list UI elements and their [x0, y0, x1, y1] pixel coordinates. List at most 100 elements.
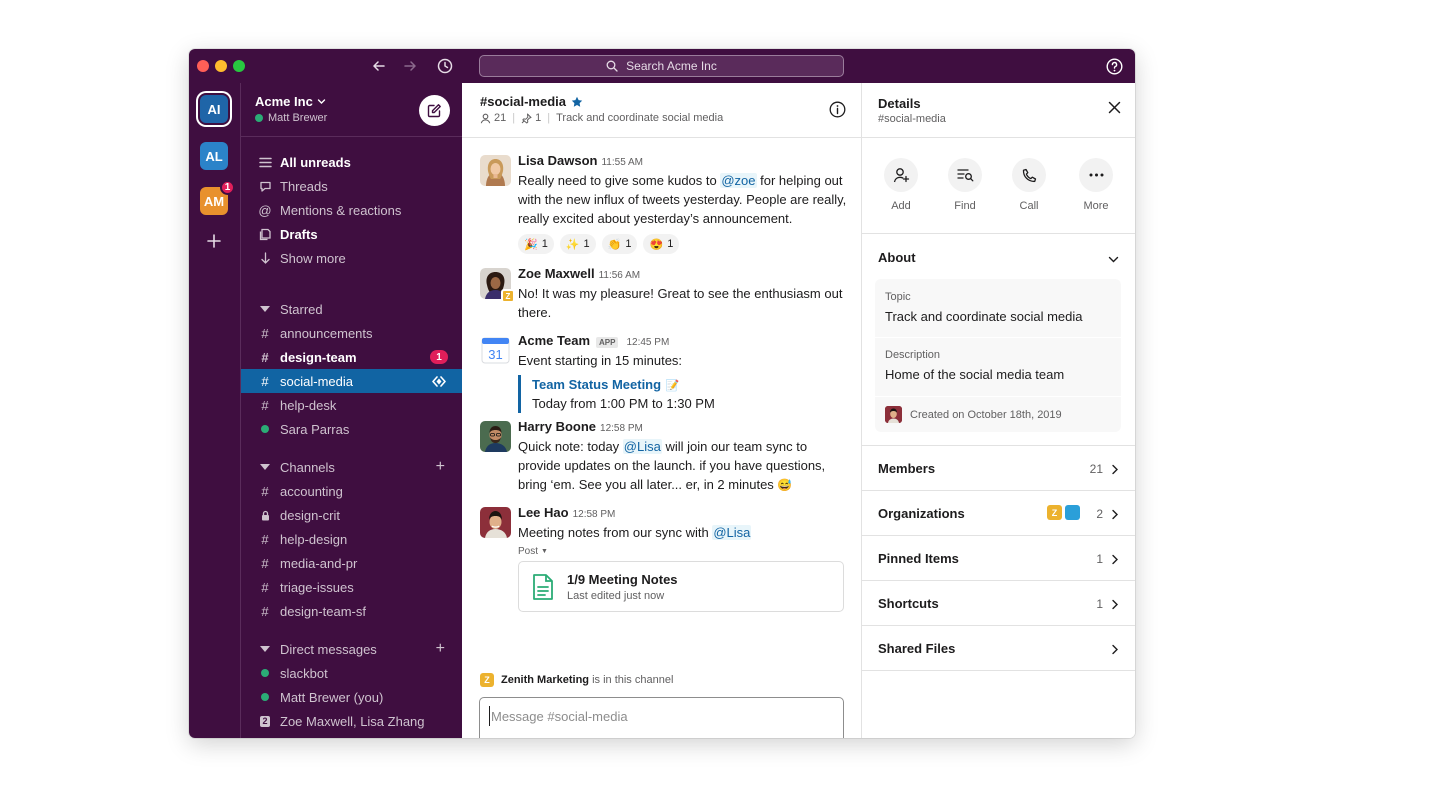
shared-files-row[interactable]: Shared Files	[862, 626, 1135, 671]
message-timestamp[interactable]: 12:45 PM	[626, 337, 669, 348]
user-mention[interactable]: @zoe	[720, 173, 757, 188]
user-mention[interactable]: @Lisa	[712, 525, 752, 540]
add-workspace-plus-icon[interactable]	[204, 231, 224, 251]
sidebar-item-all-unreads[interactable]: All unreads	[241, 150, 463, 174]
creator-avatar[interactable]	[885, 406, 902, 423]
add-channel-plus-icon[interactable]: +	[436, 459, 445, 475]
members-row[interactable]: Members 21	[862, 446, 1135, 491]
sidebar-item-drafts[interactable]: Drafts	[241, 222, 463, 246]
organizations-row[interactable]: Organizations Z 2	[862, 491, 1135, 536]
section-direct-messages[interactable]: Direct messages +	[241, 637, 463, 661]
avatar-lee-hao[interactable]	[480, 507, 511, 538]
message-zoe-maxwell[interactable]: Z Zoe Maxwell 11:56 AM No! It was my ple…	[480, 266, 850, 320]
channel-title[interactable]: #social-media	[480, 94, 583, 109]
more-actions-button[interactable]: More	[1071, 158, 1121, 212]
close-icon[interactable]	[1108, 101, 1121, 119]
avatar-lisa-dawson[interactable]	[480, 155, 511, 186]
help-icon[interactable]	[1105, 57, 1123, 75]
sidebar-item-matt-brewer[interactable]: Matt Brewer (you)	[241, 685, 463, 709]
sidebar-item-group-dm[interactable]: 2 Zoe Maxwell, Lisa Zhang	[241, 709, 463, 733]
close-window-button[interactable]	[197, 60, 209, 72]
sidebar-item-help-design[interactable]: # help-design	[241, 527, 463, 551]
search-bar[interactable]: Search Acme Inc	[479, 55, 844, 77]
message-timestamp[interactable]: 12:58 PM	[600, 423, 643, 434]
message-author[interactable]: Lee Hao	[518, 505, 569, 520]
sidebar-item-announcements[interactable]: # announcements	[241, 321, 463, 345]
zoom-window-button[interactable]	[233, 60, 245, 72]
sidebar-item-design-crit[interactable]: design-crit	[241, 503, 463, 527]
workspace-switcher-acme-inc[interactable]: AI	[200, 95, 228, 123]
message-lisa-dawson[interactable]: Lisa Dawson 11:55 AM Really need to give…	[480, 153, 850, 254]
message-harry-boone[interactable]: Harry Boone 12:58 PM Quick note: today @…	[480, 419, 850, 492]
avatar-harry-boone[interactable]	[480, 421, 511, 452]
avatar-zoe-maxwell[interactable]: Z	[480, 268, 515, 303]
sidebar-item-mentions[interactable]: @ Mentions & reactions	[241, 198, 463, 222]
numbered-list-icon[interactable]: 123	[661, 737, 688, 738]
sidebar-item-slackbot[interactable]: slackbot	[241, 661, 463, 685]
back-arrow-icon[interactable]	[369, 56, 389, 76]
workspace-switcher-am[interactable]: AM 1	[200, 180, 235, 215]
sidebar-item-threads[interactable]: Threads	[241, 174, 463, 198]
topic-row[interactable]: Topic Track and coordinate social media	[875, 279, 1121, 337]
minimize-window-button[interactable]	[215, 60, 227, 72]
sidebar-item-accounting[interactable]: # accounting	[241, 479, 463, 503]
pinned-count-button[interactable]: 1	[521, 112, 541, 124]
link-icon[interactable]	[634, 737, 661, 738]
forward-arrow-icon[interactable]	[400, 56, 420, 76]
more-formatting-icon[interactable]: ···	[706, 737, 733, 738]
reaction-pill[interactable]: 🎉 1	[518, 234, 554, 254]
reaction-pill[interactable]: ✨ 1	[559, 234, 596, 254]
google-calendar-app-icon[interactable]: 31	[480, 335, 511, 366]
chevron-down-icon[interactable]	[1108, 252, 1119, 270]
pinned-items-row[interactable]: Pinned Items 1	[862, 536, 1135, 581]
strikethrough-icon[interactable]: S	[579, 737, 606, 738]
shortcuts-row[interactable]: Shortcuts 1	[862, 581, 1135, 626]
message-author[interactable]: Acme Team	[518, 333, 590, 348]
star-icon[interactable]	[571, 96, 583, 108]
message-author[interactable]: Zoe Maxwell	[518, 266, 595, 281]
emoji-icon[interactable]	[788, 737, 815, 738]
message-acme-team[interactable]: 31 Acme Team APP 12:45 PM Event starting…	[480, 333, 850, 413]
message-timestamp[interactable]: 12:58 PM	[573, 509, 616, 520]
about-section-title[interactable]: About	[878, 250, 916, 265]
sidebar-item-media-and-pr[interactable]: # media-and-pr	[241, 551, 463, 575]
workspace-switcher-al[interactable]: AL	[200, 142, 228, 170]
post-label-toggle[interactable]: Post ▼	[518, 546, 850, 557]
org-name[interactable]: Zenith Marketing	[501, 674, 589, 686]
bold-icon[interactable]: B	[524, 737, 551, 738]
sidebar-item-show-more[interactable]: Show more	[241, 246, 463, 270]
sidebar-item-design-team[interactable]: # design-team 1	[241, 345, 463, 369]
channel-info-icon[interactable]	[829, 101, 846, 123]
new-message-button[interactable]	[419, 95, 450, 126]
sidebar-item-help-desk[interactable]: # help-desk	[241, 393, 463, 417]
user-mention[interactable]: @Lisa	[622, 439, 662, 454]
italic-icon[interactable]: I	[552, 737, 579, 738]
shortcuts-lightning-icon[interactable]	[488, 737, 515, 738]
at-mention-icon[interactable]: @	[761, 737, 788, 738]
channel-topic[interactable]: Track and coordinate social media	[556, 112, 723, 124]
message-author[interactable]: Harry Boone	[518, 419, 596, 434]
add-people-button[interactable]: Add	[876, 158, 926, 212]
workspace-menu[interactable]: Acme Inc	[255, 94, 326, 109]
message-lee-hao[interactable]: Lee Hao 12:58 PM Meeting notes from our …	[480, 505, 850, 665]
sidebar-item-sara-parras[interactable]: Sara Parras	[241, 417, 463, 441]
post-attachment-card[interactable]: 1/9 Meeting Notes Last edited just now	[518, 561, 844, 612]
sidebar-item-triage-issues[interactable]: # triage-issues	[241, 575, 463, 599]
attachment-paperclip-icon[interactable]	[816, 737, 843, 738]
message-author[interactable]: Lisa Dawson	[518, 153, 597, 168]
message-input[interactable]	[489, 706, 834, 726]
message-timestamp[interactable]: 11:56 AM	[599, 270, 641, 281]
reaction-pill[interactable]: 👏 1	[601, 234, 638, 254]
section-starred[interactable]: Starred	[241, 297, 463, 321]
description-row[interactable]: Description Home of the social media tea…	[875, 338, 1121, 396]
code-icon[interactable]: </>	[606, 737, 633, 738]
sidebar-item-social-media[interactable]: # social-media	[241, 369, 463, 393]
call-button[interactable]: Call	[1004, 158, 1054, 212]
message-timestamp[interactable]: 11:55 AM	[601, 157, 643, 168]
history-clock-icon[interactable]	[435, 56, 455, 76]
section-channels[interactable]: Channels +	[241, 455, 463, 479]
add-dm-plus-icon[interactable]: +	[436, 641, 445, 657]
sidebar-item-design-team-sf[interactable]: # design-team-sf	[241, 599, 463, 623]
event-title-link[interactable]: Team Status Meeting	[532, 377, 661, 392]
text-format-icon[interactable]: Aa	[734, 737, 761, 738]
